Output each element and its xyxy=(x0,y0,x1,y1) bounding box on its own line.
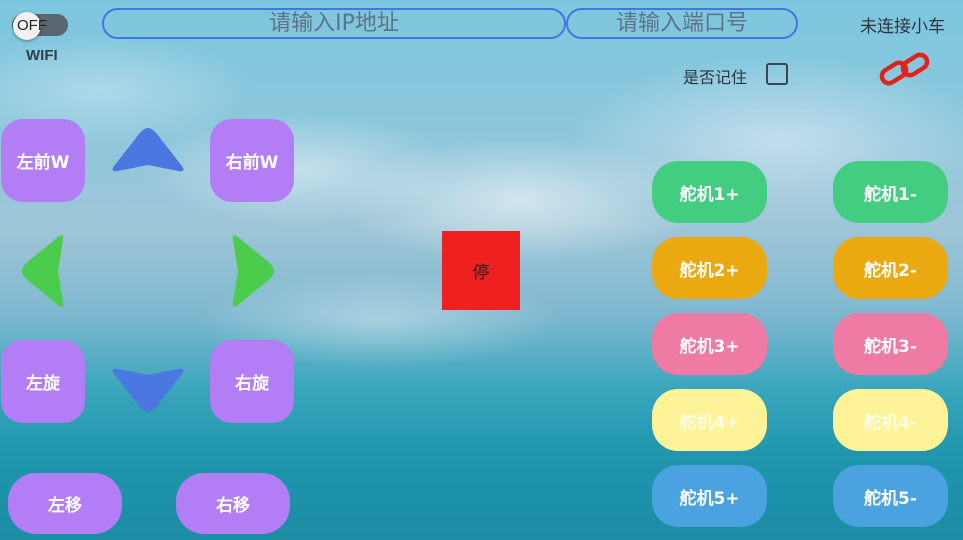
arrow-down-icon[interactable] xyxy=(108,366,188,416)
move-left-button[interactable]: 左移 xyxy=(8,473,122,534)
servo2-plus-button[interactable]: 舵机2+ xyxy=(652,237,767,299)
left-forward-button[interactable]: 左前W xyxy=(1,119,85,202)
rotate-right-button[interactable]: 右旋 xyxy=(210,340,294,423)
servo4-plus-button[interactable]: 舵机4+ xyxy=(652,389,767,451)
wifi-label: WIFI xyxy=(26,47,58,64)
servo5-plus-button[interactable]: 舵机5+ xyxy=(652,465,767,527)
connection-status: 未连接小车 xyxy=(860,17,945,37)
arrow-up-icon[interactable] xyxy=(108,124,188,174)
move-right-button[interactable]: 右移 xyxy=(176,473,290,534)
wifi-toggle-state: OFF xyxy=(17,17,47,34)
ip-input[interactable] xyxy=(102,8,566,39)
link-icon[interactable] xyxy=(878,52,932,86)
remember-checkbox[interactable] xyxy=(766,63,788,85)
rotate-left-button[interactable]: 左旋 xyxy=(1,340,85,423)
servo4-minus-button[interactable]: 舵机4- xyxy=(833,389,948,451)
servo3-plus-button[interactable]: 舵机3+ xyxy=(652,313,767,375)
servo2-minus-button[interactable]: 舵机2- xyxy=(833,237,948,299)
servo3-minus-button[interactable]: 舵机3- xyxy=(833,313,948,375)
remember-label: 是否记住 xyxy=(683,68,748,87)
stop-button[interactable]: 停 xyxy=(442,231,520,310)
arrow-left-icon[interactable] xyxy=(16,229,70,313)
right-forward-button[interactable]: 右前W xyxy=(210,119,294,202)
servo5-minus-button[interactable]: 舵机5- xyxy=(833,465,948,527)
arrow-right-icon[interactable] xyxy=(226,229,280,313)
servo1-plus-button[interactable]: 舵机1+ xyxy=(652,161,767,223)
servo1-minus-button[interactable]: 舵机1- xyxy=(833,161,948,223)
port-input[interactable] xyxy=(566,8,798,39)
